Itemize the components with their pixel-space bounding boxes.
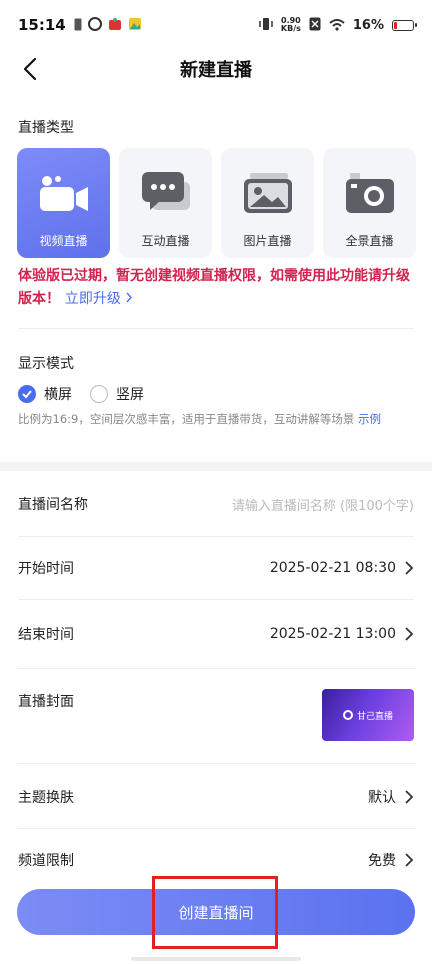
room-name-input[interactable]: 请输入直播间名称 (限100个字) bbox=[232, 495, 414, 514]
display-mode-options: 横屏 竖屏 bbox=[18, 384, 144, 404]
chevron-right-icon bbox=[405, 853, 414, 867]
end-time-row[interactable]: 结束时间 2025-02-21 13:00 bbox=[18, 621, 414, 647]
type-option-label: 全景直播 bbox=[345, 234, 394, 248]
room-name-label: 直播间名称 bbox=[18, 497, 88, 513]
start-time-label: 开始时间 bbox=[18, 561, 74, 577]
back-arrow-icon[interactable] bbox=[18, 56, 44, 82]
app-notification-icon bbox=[108, 16, 122, 35]
type-option-interactive[interactable]: 互动直播 bbox=[119, 148, 212, 258]
channel-limit-label: 频道限制 bbox=[18, 853, 74, 869]
example-link[interactable]: 示例 bbox=[358, 412, 381, 426]
status-bar: 15:14 0.90 KB/s 16% bbox=[0, 0, 432, 50]
end-time-value: 2025-02-21 13:00 bbox=[269, 626, 396, 642]
channel-limit-row[interactable]: 频道限制 免费 bbox=[18, 847, 414, 873]
theme-label: 主题换肤 bbox=[18, 790, 74, 806]
radio-label: 横屏 bbox=[44, 387, 72, 403]
divider bbox=[18, 328, 414, 329]
type-option-picture[interactable]: 图片直播 bbox=[221, 148, 314, 258]
type-option-label: 互动直播 bbox=[141, 234, 190, 248]
cover-thumbnail[interactable]: 甘己直播 bbox=[322, 689, 414, 741]
divider bbox=[18, 763, 414, 764]
radio-checked-icon bbox=[18, 385, 36, 403]
nav-bar: 新建直播 bbox=[0, 50, 432, 88]
picture-icon bbox=[242, 168, 294, 218]
wifi-icon bbox=[329, 16, 345, 35]
app-notification-icon bbox=[87, 16, 102, 35]
section-separator bbox=[0, 462, 432, 471]
chevron-right-icon bbox=[405, 790, 414, 804]
display-mode-hint: 比例为16:9，空间层次感丰富，适用于直播带货，互动讲解等场景 示例 bbox=[18, 412, 381, 426]
panorama-camera-icon bbox=[344, 168, 396, 218]
chevron-right-icon bbox=[405, 627, 414, 641]
live-type-label: 直播类型 bbox=[18, 120, 74, 136]
room-name-row[interactable]: 直播间名称 请输入直播间名称 (限100个字) bbox=[18, 491, 414, 517]
battery-percent: 16% bbox=[352, 17, 384, 33]
network-speed: 0.90 KB/s bbox=[280, 16, 301, 33]
vibrate-icon bbox=[259, 16, 273, 35]
notification-icons bbox=[74, 16, 142, 35]
type-option-label: 图片直播 bbox=[243, 234, 292, 248]
status-time: 15:14 bbox=[18, 16, 66, 34]
expired-warning: 体验版已过期，暂无创建视频直播权限，如需使用此功能请升级版本！ 立即升级 bbox=[18, 265, 416, 311]
display-mode-label: 显示模式 bbox=[18, 356, 74, 372]
live-type-options: 视频直播 互动直播 图片直播 全景直播 bbox=[17, 148, 416, 258]
type-option-panorama[interactable]: 全景直播 bbox=[323, 148, 416, 258]
divider bbox=[18, 599, 414, 600]
sim-icon bbox=[74, 16, 82, 35]
start-time-value: 2025-02-21 08:30 bbox=[269, 560, 396, 576]
chat-bubbles-icon bbox=[140, 168, 192, 218]
type-option-video[interactable]: 视频直播 bbox=[17, 148, 110, 258]
chevron-right-icon bbox=[126, 292, 133, 303]
video-camera-icon bbox=[38, 168, 90, 218]
theme-row[interactable]: 主题换肤 默认 bbox=[18, 784, 414, 810]
radio-landscape[interactable]: 横屏 bbox=[18, 384, 72, 404]
theme-value: 默认 bbox=[368, 790, 396, 806]
divider bbox=[18, 828, 414, 829]
annotation-highlight-box bbox=[152, 876, 278, 949]
radio-unchecked-icon bbox=[90, 385, 108, 403]
end-time-label: 结束时间 bbox=[18, 627, 74, 643]
no-sim-icon bbox=[309, 16, 321, 35]
start-time-row[interactable]: 开始时间 2025-02-21 08:30 bbox=[18, 555, 414, 581]
page-title: 新建直播 bbox=[180, 60, 252, 81]
type-option-label: 视频直播 bbox=[39, 234, 88, 248]
channel-limit-value: 免费 bbox=[368, 853, 396, 869]
gallery-notification-icon bbox=[128, 16, 142, 35]
cover-row[interactable]: 直播封面 甘己直播 bbox=[18, 689, 414, 743]
radio-portrait[interactable]: 竖屏 bbox=[90, 384, 144, 404]
cover-label: 直播封面 bbox=[18, 694, 74, 710]
brand-logo-icon bbox=[342, 710, 353, 720]
home-indicator bbox=[131, 957, 301, 961]
upgrade-link[interactable]: 立即升级 bbox=[65, 291, 133, 307]
chevron-right-icon bbox=[405, 561, 414, 575]
radio-label: 竖屏 bbox=[116, 387, 144, 403]
divider bbox=[18, 536, 414, 537]
battery-icon bbox=[392, 19, 417, 31]
divider bbox=[18, 668, 414, 669]
